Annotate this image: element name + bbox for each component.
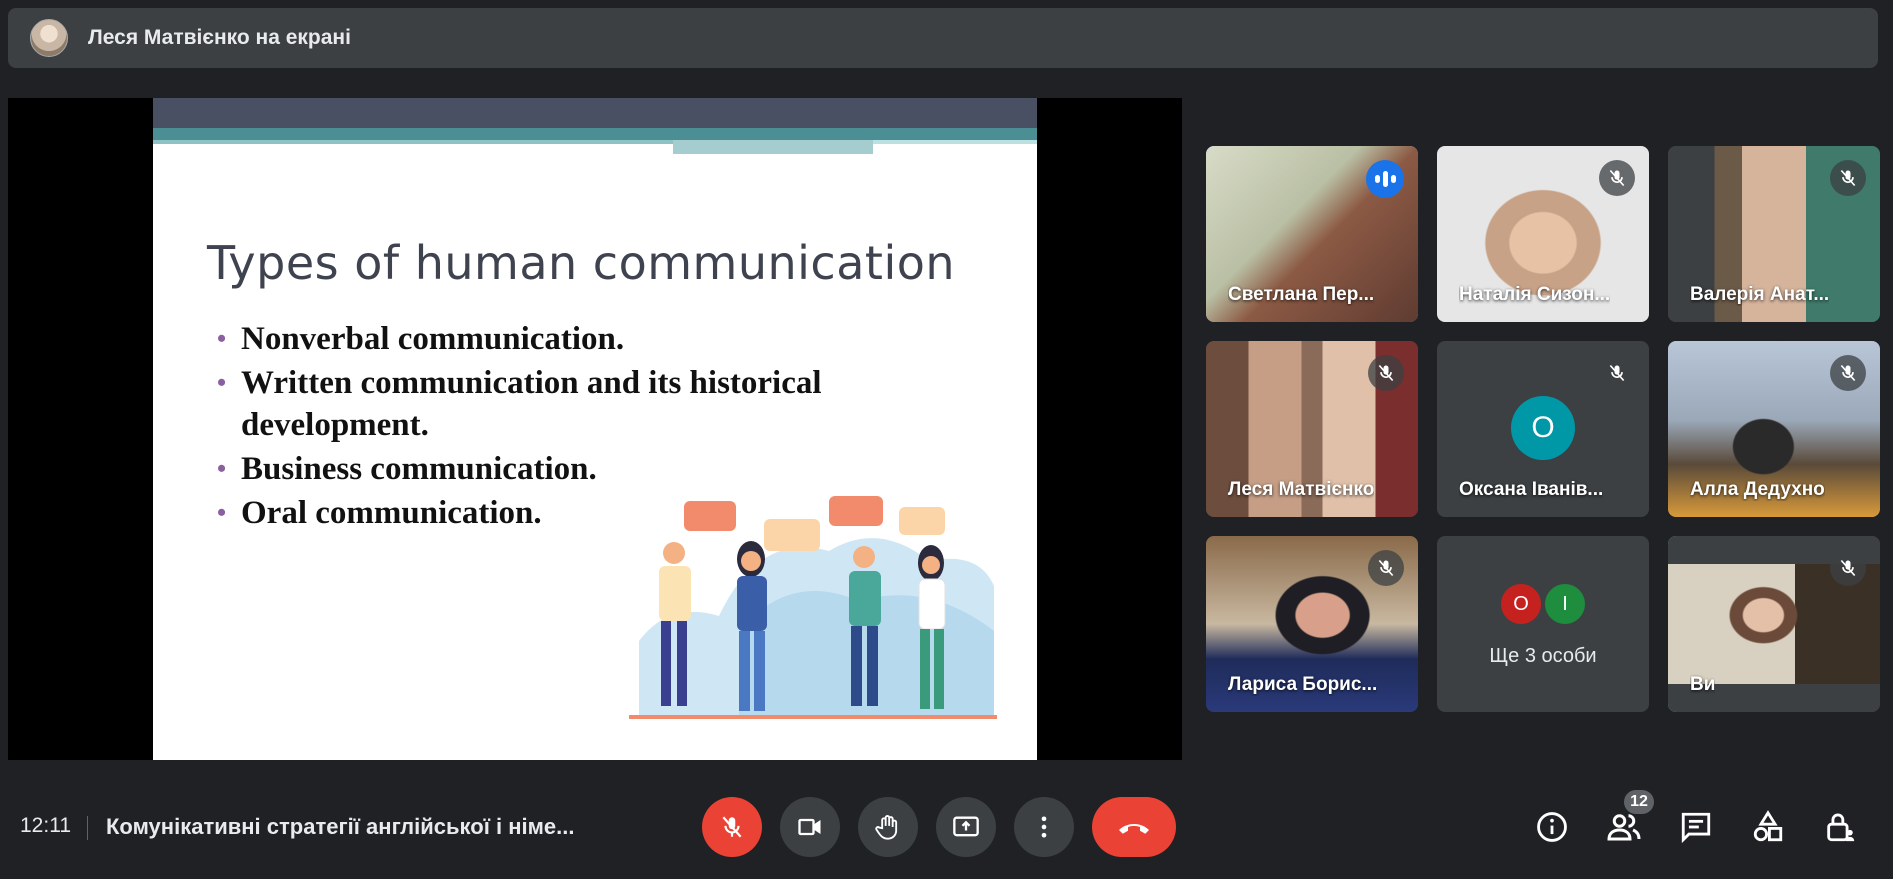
slide-bullet: Nonverbal communication. [217, 318, 1017, 360]
presenter-bar: Леся Матвієнко на екрані [8, 8, 1878, 68]
slide: Types of human communication Nonverbal c… [153, 98, 1037, 760]
participant-name: Наталія Сизон... [1459, 284, 1611, 305]
slide-header-block [673, 140, 873, 154]
slide-header-stripe [153, 128, 1037, 140]
camera-toggle-button[interactable] [780, 797, 840, 857]
participant-tile[interactable]: О Оксана Іванів... [1437, 341, 1649, 517]
camera-icon [798, 818, 821, 836]
meeting-title: Комунікативні стратегії англійської і ні… [106, 814, 575, 839]
slide-bullet: Written communication and its historical… [217, 362, 1017, 446]
host-controls-button[interactable] [1820, 807, 1860, 847]
presentation-stage[interactable]: Types of human communication Nonverbal c… [8, 98, 1182, 760]
mic-off-icon [1830, 355, 1866, 391]
raise-hand-button[interactable] [858, 797, 918, 857]
more-participants-avatars: О І [1437, 584, 1649, 624]
mic-off-icon [1830, 160, 1866, 196]
slide-title: Types of human communication [207, 236, 956, 290]
slide-header-line [153, 140, 673, 144]
participant-name: Светлана Пер... [1228, 284, 1375, 305]
people-button[interactable] [1604, 807, 1644, 847]
meeting-details-button[interactable] [1532, 807, 1572, 847]
participant-tile[interactable]: Лариса Борис... [1206, 536, 1418, 712]
participant-tile[interactable]: Наталія Сизон... [1437, 146, 1649, 322]
more-options-button[interactable] [1014, 797, 1074, 857]
people-icon [1607, 814, 1641, 841]
slide-header-band [153, 98, 1037, 128]
slide-bullet: Business communication. [217, 448, 1017, 490]
speaking-indicator-icon [1366, 160, 1404, 198]
present-icon [953, 816, 979, 837]
participant-name: Валерія Анат... [1690, 284, 1830, 305]
mic-off-icon [1599, 355, 1635, 391]
info-icon [1537, 812, 1567, 842]
call-end-icon [1119, 824, 1149, 834]
activities-icon [1753, 810, 1783, 842]
participant-name: Ви [1690, 674, 1716, 695]
meeting-time: 12:11 [20, 814, 71, 837]
present-screen-button[interactable] [936, 797, 996, 857]
more-participants-label: Ще 3 особи [1489, 645, 1597, 667]
microphone-toggle-button[interactable] [702, 797, 762, 857]
self-tile[interactable]: Ви [1668, 536, 1880, 712]
chat-icon [1681, 812, 1711, 844]
slide-header-line-2 [873, 140, 1037, 144]
participant-name: Алла Дедухно [1690, 479, 1825, 500]
presenter-label: Леся Матвієнко на екрані [88, 26, 351, 49]
control-bar: 12:11 Комунікативні стратегії англійсько… [0, 790, 1893, 865]
presenter-avatar [30, 19, 68, 57]
more-participants-tile[interactable]: О І Ще 3 особи [1437, 536, 1649, 712]
mic-off-icon [1599, 160, 1635, 196]
participant-name: Леся Матвієнко [1228, 479, 1375, 500]
mic-off-icon [1830, 550, 1866, 586]
participant-initial-avatar: О [1501, 584, 1541, 624]
participant-tile[interactable]: Леся Матвієнко [1206, 341, 1418, 517]
participant-tile[interactable]: Светлана Пер... [1206, 146, 1418, 322]
people-talking-illustration [629, 496, 997, 719]
activities-button[interactable] [1748, 807, 1788, 847]
more-vert-icon [1041, 816, 1047, 838]
participant-name: Лариса Борис... [1228, 674, 1378, 695]
divider [87, 816, 88, 840]
participant-initial-avatar: І [1545, 584, 1585, 624]
chat-button[interactable] [1676, 807, 1716, 847]
lock-person-icon [1827, 813, 1855, 842]
participant-name: Оксана Іванів... [1459, 479, 1604, 500]
mic-off-icon [722, 816, 742, 838]
leave-call-button[interactable] [1092, 797, 1176, 857]
participant-tile[interactable]: Валерія Анат... [1668, 146, 1880, 322]
mic-off-icon [1368, 550, 1404, 586]
participant-tile[interactable]: Алла Дедухно [1668, 341, 1880, 517]
mic-off-icon [1368, 355, 1404, 391]
hand-icon [875, 815, 898, 840]
participant-initial-avatar: О [1511, 396, 1575, 460]
